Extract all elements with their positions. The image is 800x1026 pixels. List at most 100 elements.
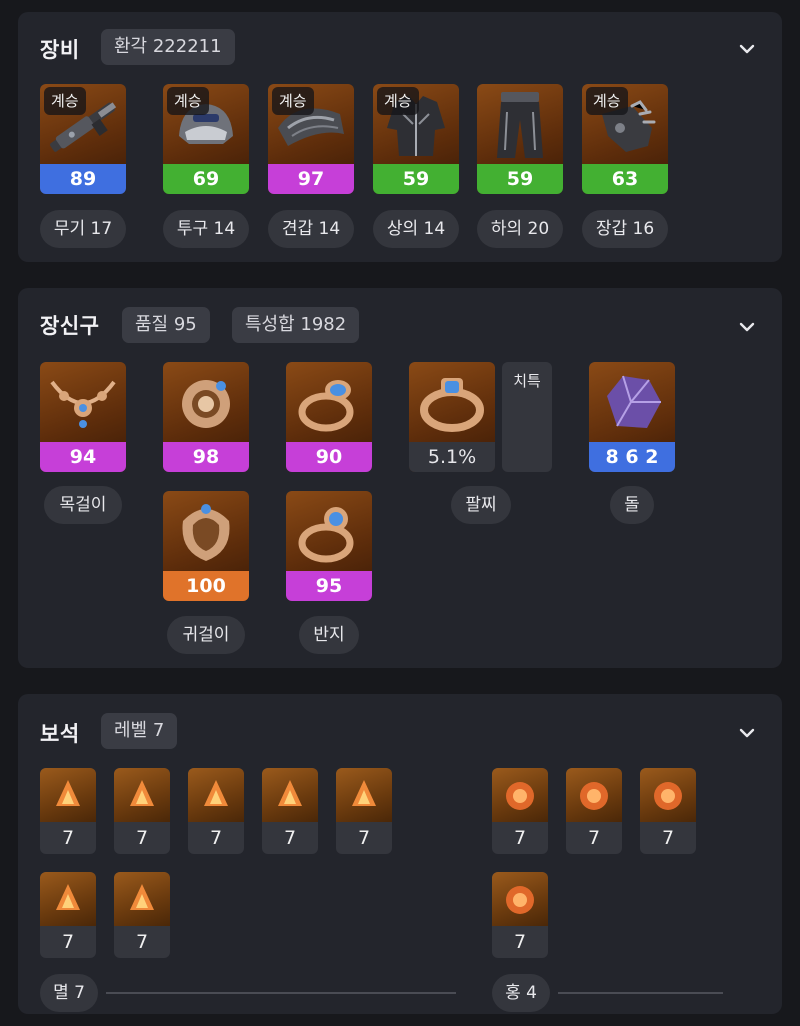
pants-icon [477,84,563,164]
gem-level: 7 [357,827,371,849]
earring-icon [163,362,249,442]
equipment-panel: 장비 환각 222211 계승 89 무기 17 계승 69 투구 14 계승 … [18,12,782,262]
fire-gem-icon [188,768,244,822]
fire-gem-icon [114,872,170,926]
top-armor-slot[interactable]: 계승 59 [373,84,459,194]
gem-slot[interactable]: 7 [262,768,318,854]
gem-slot[interactable]: 7 [40,872,96,958]
fire-gem-icon [114,768,170,822]
gem-level: 7 [135,827,149,849]
gem-slot[interactable]: 7 [114,768,170,854]
inherit-badge: 계승 [44,87,86,115]
divider [106,992,456,994]
quality-value: 94 [40,442,126,472]
divider [558,992,723,994]
gem-slot[interactable]: 7 [492,768,548,854]
gem-slot[interactable]: 7 [336,768,392,854]
inherit-badge: 계승 [272,87,314,115]
helmet-slot[interactable]: 계승 69 [163,84,249,194]
necklace-label: 목걸이 [44,486,122,524]
ability-stone-slot[interactable]: 8 6 2 [589,362,675,472]
gem-slot[interactable]: 7 [40,768,96,854]
equipment-label-gloves: 장갑 16 [582,210,668,248]
quality-value: 95 [286,571,372,601]
equipment-tag: 환각 222211 [101,29,235,65]
equipment-label-pants: 하의 20 [477,210,563,248]
equipment-label-weapon: 무기 17 [40,210,126,248]
accessories-panel: 장신구 품질 95 특성합 1982 94 목걸이 98 90 5.1% 치특 … [18,288,782,668]
gem-level: 7 [587,827,601,849]
gems-panel: 보석 레벨 7 7 7 7 7 7 7 7 7 7 7 7 멸 7 홍 4 [18,694,782,1014]
gems-title: 보석 [40,722,80,746]
quality-value: 89 [40,164,126,194]
fire-gem-icon [262,768,318,822]
equipment-label-helmet: 투구 14 [163,210,249,248]
equipment-label-shoulder: 견갑 14 [268,210,354,248]
gloves-slot[interactable]: 계승 63 [582,84,668,194]
earring-label: 귀걸이 [167,616,245,654]
red-gem-icon [566,768,622,822]
stone-icon [589,362,675,442]
quality-value: 59 [477,164,563,194]
weapon-slot[interactable]: 계승 89 [40,84,126,194]
earring-icon [163,491,249,571]
ring-icon [286,491,372,571]
equipment-label-top: 상의 14 [373,210,459,248]
gem-level-tag: 레벨 7 [101,713,178,749]
equipment-title: 장비 [40,38,80,62]
quality-value: 90 [286,442,372,472]
gem-slot[interactable]: 7 [640,768,696,854]
fire-gem-icon [336,768,392,822]
necklace-slot[interactable]: 94 [40,362,126,472]
gem-level: 7 [513,827,527,849]
quality-value: 59 [373,164,459,194]
gem-level: 7 [661,827,675,849]
quality-value: 69 [163,164,249,194]
chevron-down-icon[interactable] [738,40,756,58]
gem-level: 7 [135,931,149,953]
earring-slot-1[interactable]: 98 [163,362,249,472]
accessories-title: 장신구 [40,314,100,338]
bracelet-slot[interactable]: 5.1% [409,362,495,472]
inherit-badge: 계승 [586,87,628,115]
stone-label: 돌 [610,486,654,524]
gem-level: 7 [283,827,297,849]
quality-value: 100 [163,571,249,601]
chevron-down-icon[interactable] [738,318,756,336]
gem-slot[interactable]: 7 [188,768,244,854]
earring-slot-2[interactable]: 100 [163,491,249,601]
red-gem-icon [492,768,548,822]
quality-value: 63 [582,164,668,194]
chevron-down-icon[interactable] [738,724,756,742]
inherit-badge: 계승 [377,87,419,115]
gem-level: 7 [61,827,75,849]
bracelet-stat: 치특 [513,372,541,390]
gem-slot[interactable]: 7 [566,768,622,854]
ring-icon [286,362,372,442]
bracelet-icon [409,362,495,442]
gem-slot[interactable]: 7 [114,872,170,958]
gem-level: 7 [513,931,527,953]
inherit-badge: 계승 [167,87,209,115]
quality-value: 98 [163,442,249,472]
fire-gem-icon [40,768,96,822]
gem-level: 7 [61,931,75,953]
stone-value: 8 6 2 [589,442,675,472]
stat-sum-tag: 특성합 1982 [232,307,360,343]
necklace-icon [40,362,126,442]
bracelet-value: 5.1% [409,442,495,472]
pants-slot[interactable]: 59 [477,84,563,194]
quality-tag: 품질 95 [122,307,210,343]
ring-slot-1[interactable]: 90 [286,362,372,472]
bracelet-label: 팔찌 [451,486,511,524]
gem-slot[interactable]: 7 [492,872,548,958]
gem-group-label-right: 홍 4 [492,974,550,1012]
shoulder-slot[interactable]: 계승 97 [268,84,354,194]
bracelet-stat-box: 치특 [502,362,552,472]
red-gem-icon [640,768,696,822]
red-gem-icon [492,872,548,926]
quality-value: 97 [268,164,354,194]
gem-level: 7 [209,827,223,849]
ring-slot-2[interactable]: 95 [286,491,372,601]
ring-label: 반지 [299,616,359,654]
